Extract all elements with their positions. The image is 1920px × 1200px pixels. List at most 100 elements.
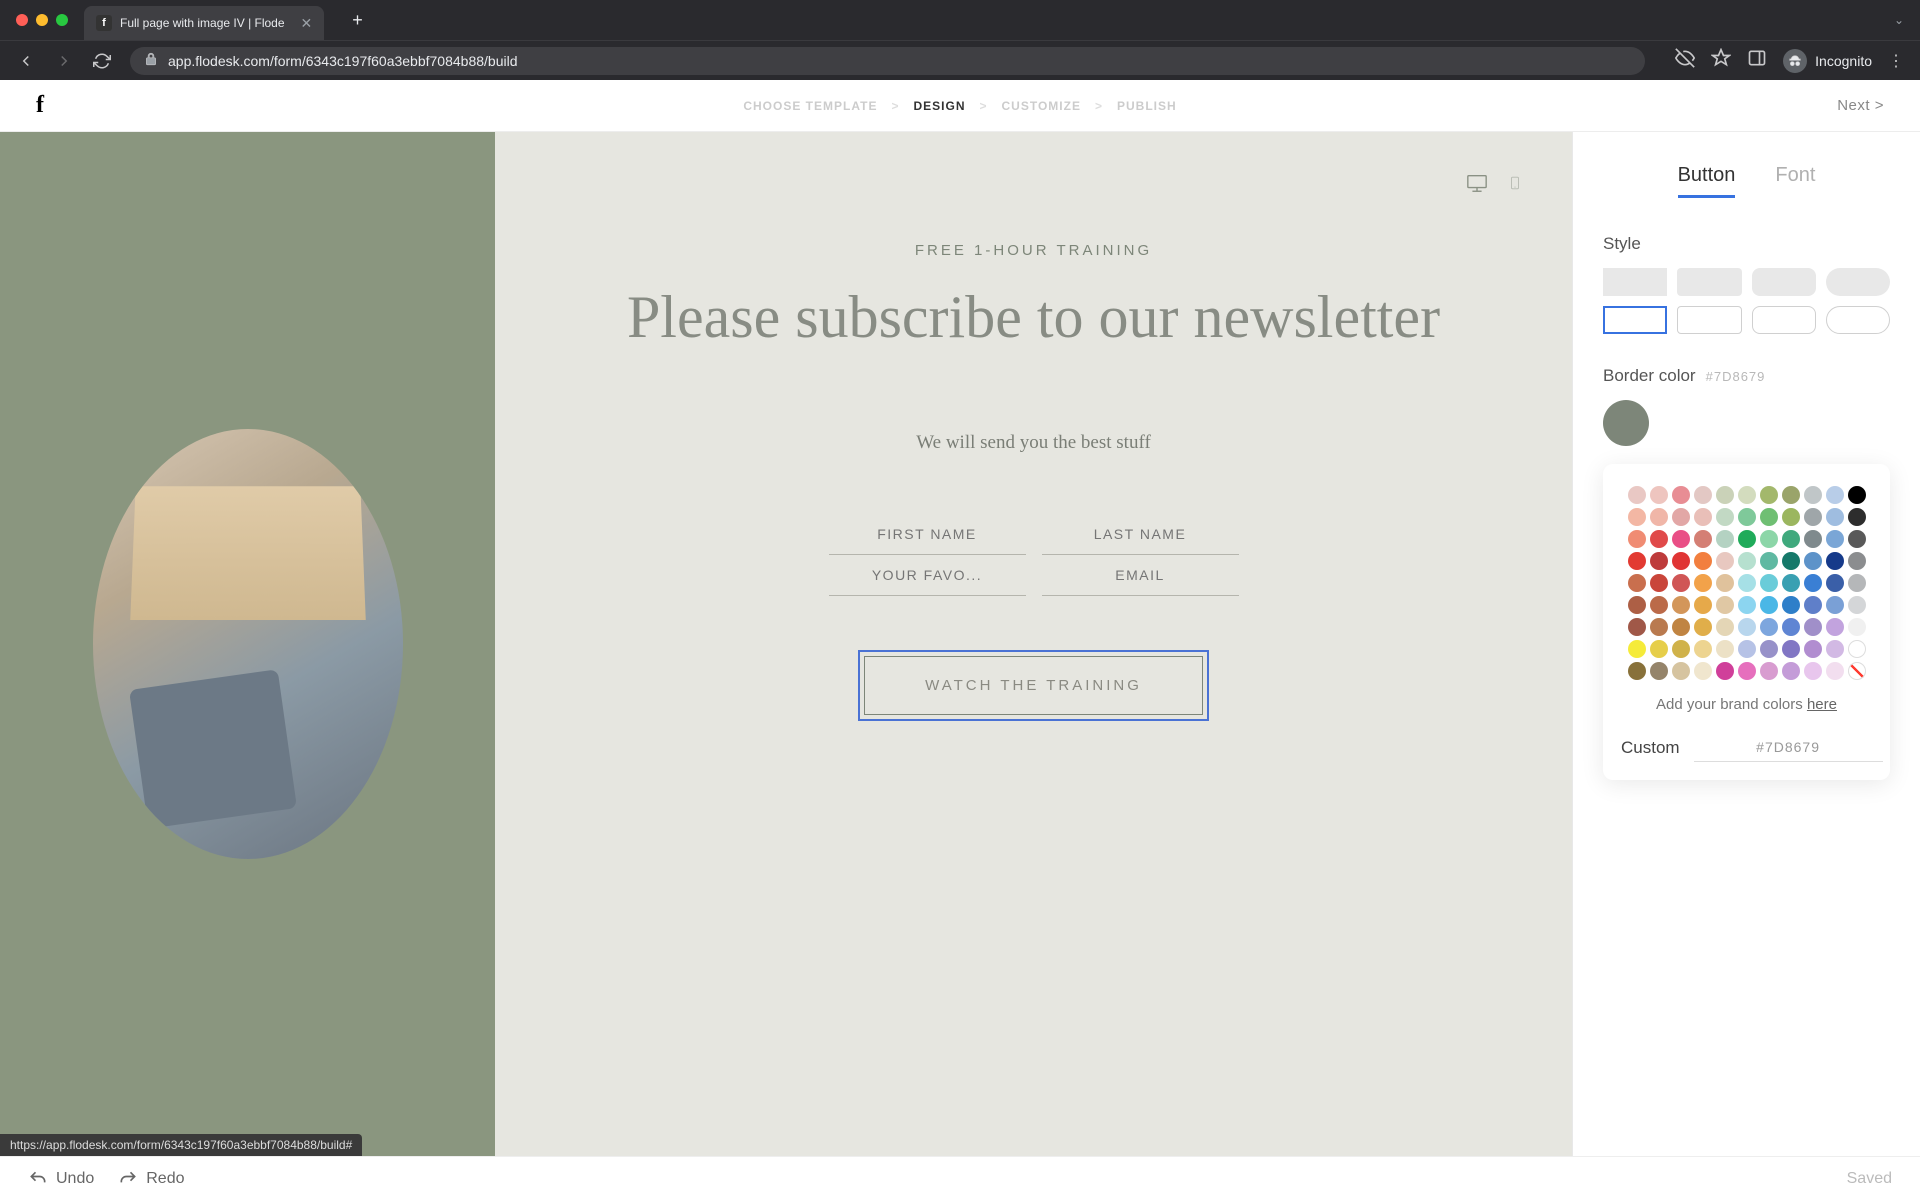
undo-button[interactable]: Undo	[28, 1169, 94, 1189]
color-swatch[interactable]	[1650, 596, 1668, 614]
style-outline-pill[interactable]	[1826, 306, 1890, 334]
minimize-window-button[interactable]	[36, 14, 48, 26]
color-swatch[interactable]	[1848, 574, 1866, 592]
color-swatch[interactable]	[1826, 530, 1844, 548]
color-swatch[interactable]	[1650, 486, 1668, 504]
color-swatch[interactable]	[1628, 486, 1646, 504]
color-swatch[interactable]	[1694, 508, 1712, 526]
custom-color-input[interactable]	[1694, 733, 1883, 762]
color-swatch[interactable]	[1760, 508, 1778, 526]
color-swatch[interactable]	[1694, 530, 1712, 548]
color-swatch[interactable]	[1804, 662, 1822, 680]
color-swatch[interactable]	[1760, 596, 1778, 614]
color-swatch[interactable]	[1738, 640, 1756, 658]
maximize-window-button[interactable]	[56, 14, 68, 26]
color-swatch[interactable]	[1782, 552, 1800, 570]
color-swatch[interactable]	[1672, 596, 1690, 614]
color-swatch[interactable]	[1628, 530, 1646, 548]
color-swatch[interactable]	[1782, 508, 1800, 526]
subtext[interactable]: We will send you the best stuff	[555, 432, 1512, 454]
color-swatch[interactable]	[1716, 640, 1734, 658]
color-swatch[interactable]	[1782, 640, 1800, 658]
color-swatch[interactable]	[1848, 640, 1866, 658]
color-swatch[interactable]	[1672, 486, 1690, 504]
color-swatch[interactable]	[1826, 574, 1844, 592]
side-panel-icon[interactable]	[1747, 48, 1767, 73]
desktop-preview-icon[interactable]	[1464, 172, 1490, 199]
color-swatch[interactable]	[1694, 662, 1712, 680]
color-swatch[interactable]	[1804, 574, 1822, 592]
color-swatch[interactable]	[1826, 596, 1844, 614]
color-swatch[interactable]	[1826, 486, 1844, 504]
eyebrow-text[interactable]: FREE 1-HOUR TRAINING	[555, 242, 1512, 259]
color-swatch[interactable]	[1694, 640, 1712, 658]
color-swatch[interactable]	[1826, 508, 1844, 526]
color-swatch[interactable]	[1672, 640, 1690, 658]
color-swatch[interactable]	[1650, 508, 1668, 526]
color-swatch[interactable]	[1738, 552, 1756, 570]
color-swatch[interactable]	[1694, 596, 1712, 614]
color-swatch[interactable]	[1738, 618, 1756, 636]
sidebar-tab-font[interactable]: Font	[1775, 164, 1815, 198]
star-icon[interactable]	[1711, 48, 1731, 73]
color-swatch[interactable]	[1716, 508, 1734, 526]
color-swatch[interactable]	[1694, 618, 1712, 636]
color-swatch[interactable]	[1694, 552, 1712, 570]
color-swatch[interactable]	[1650, 640, 1668, 658]
color-swatch[interactable]	[1628, 640, 1646, 658]
wizard-step-design[interactable]: DESIGN	[913, 99, 965, 113]
browser-tab[interactable]: f Full page with image IV | Flode ✕	[84, 6, 324, 40]
color-swatch[interactable]	[1782, 574, 1800, 592]
style-outline-rounded-md[interactable]	[1752, 306, 1816, 334]
color-swatch[interactable]	[1804, 508, 1822, 526]
browser-menu-icon[interactable]: ⋮	[1888, 51, 1904, 71]
style-filled-rounded-md[interactable]	[1752, 268, 1816, 296]
color-swatch[interactable]	[1628, 508, 1646, 526]
color-swatch[interactable]	[1804, 618, 1822, 636]
color-swatch[interactable]	[1650, 618, 1668, 636]
color-swatch[interactable]	[1848, 618, 1866, 636]
first-name-field[interactable]	[829, 514, 1026, 555]
wizard-step-customize[interactable]: CUSTOMIZE	[1002, 99, 1081, 113]
color-swatch[interactable]	[1672, 662, 1690, 680]
style-filled-square[interactable]	[1603, 268, 1667, 296]
color-swatch[interactable]	[1826, 552, 1844, 570]
color-swatch[interactable]	[1738, 662, 1756, 680]
style-outline-square[interactable]	[1603, 306, 1667, 334]
style-filled-pill[interactable]	[1826, 268, 1890, 296]
back-button[interactable]	[16, 51, 36, 71]
incognito-indicator[interactable]: Incognito	[1783, 49, 1872, 73]
color-swatch[interactable]	[1848, 508, 1866, 526]
tabs-dropdown-icon[interactable]: ⌄	[1894, 13, 1904, 27]
color-swatch[interactable]	[1628, 662, 1646, 680]
color-swatch[interactable]	[1716, 530, 1734, 548]
color-swatch[interactable]	[1782, 618, 1800, 636]
color-swatch[interactable]	[1716, 574, 1734, 592]
mobile-preview-icon[interactable]	[1508, 172, 1522, 199]
color-swatch[interactable]	[1804, 486, 1822, 504]
cta-button[interactable]: WATCH THE TRAINING	[864, 656, 1203, 715]
color-swatch[interactable]	[1738, 486, 1756, 504]
email-field[interactable]	[1042, 555, 1239, 596]
color-swatch[interactable]	[1826, 662, 1844, 680]
close-window-button[interactable]	[16, 14, 28, 26]
wizard-step-choose-template[interactable]: CHOOSE TEMPLATE	[743, 99, 877, 113]
sidebar-tab-button[interactable]: Button	[1678, 164, 1736, 198]
color-swatch[interactable]	[1804, 552, 1822, 570]
color-swatch[interactable]	[1716, 552, 1734, 570]
favorite-field[interactable]	[829, 555, 1026, 596]
next-button[interactable]: Next >	[1837, 97, 1884, 114]
color-swatch[interactable]	[1672, 530, 1690, 548]
color-swatch[interactable]	[1782, 596, 1800, 614]
color-swatch[interactable]	[1848, 596, 1866, 614]
reload-button[interactable]	[92, 51, 112, 71]
color-swatch[interactable]	[1738, 530, 1756, 548]
color-swatch[interactable]	[1628, 552, 1646, 570]
color-swatch[interactable]	[1694, 486, 1712, 504]
color-swatch[interactable]	[1738, 574, 1756, 592]
color-swatch[interactable]	[1694, 574, 1712, 592]
style-filled-rounded-sm[interactable]	[1677, 268, 1741, 296]
color-swatch[interactable]	[1760, 530, 1778, 548]
style-outline-rounded-sm[interactable]	[1677, 306, 1741, 334]
app-logo[interactable]: f	[36, 92, 44, 119]
